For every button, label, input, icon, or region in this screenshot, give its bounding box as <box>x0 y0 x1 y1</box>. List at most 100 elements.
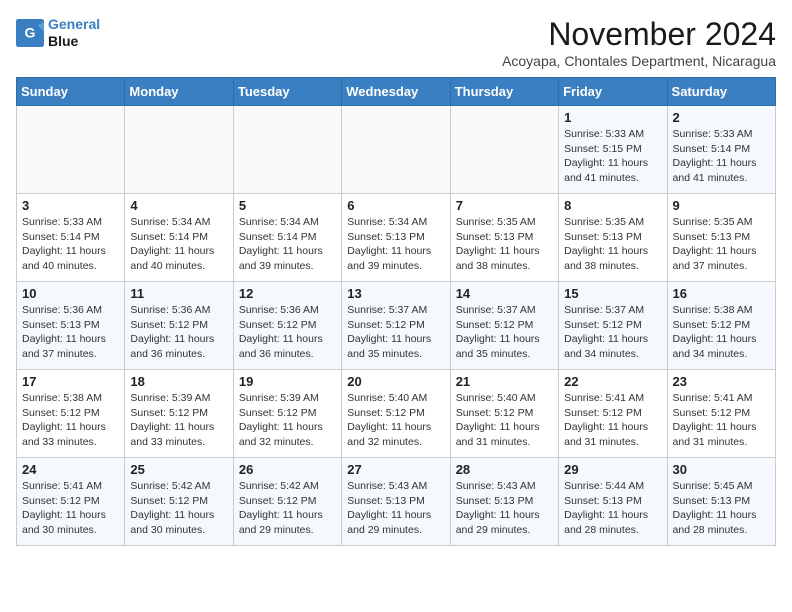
calendar-cell: 29 Sunrise: 5:44 AM Sunset: 5:13 PM Dayli… <box>559 458 667 546</box>
day-detail: Sunrise: 5:37 AM Sunset: 5:12 PM Dayligh… <box>456 303 553 362</box>
weekday-header-monday: Monday <box>125 78 233 106</box>
day-number: 12 <box>239 286 336 301</box>
day-number: 17 <box>22 374 119 389</box>
day-number: 18 <box>130 374 227 389</box>
day-detail: Sunrise: 5:41 AM Sunset: 5:12 PM Dayligh… <box>22 479 119 538</box>
calendar-week-row: 3Sunrise: 5:33 AM Sunset: 5:14 PM Daylig… <box>17 194 776 282</box>
calendar-cell <box>342 106 450 194</box>
calendar-cell: 27 Sunrise: 5:43 AM Sunset: 5:13 PM Dayli… <box>342 458 450 546</box>
calendar-cell: 4 Sunrise: 5:34 AM Sunset: 5:14 PM Daylig… <box>125 194 233 282</box>
month-title: November 2024 <box>502 16 776 53</box>
weekday-header-thursday: Thursday <box>450 78 558 106</box>
calendar-cell <box>450 106 558 194</box>
day-number: 6 <box>347 198 444 213</box>
calendar-cell: 16Sunrise: 5:38 AM Sunset: 5:12 PM Dayli… <box>667 282 775 370</box>
calendar-cell: 7Sunrise: 5:35 AM Sunset: 5:13 PM Daylig… <box>450 194 558 282</box>
calendar-cell: 25 Sunrise: 5:42 AM Sunset: 5:12 PM Dayli… <box>125 458 233 546</box>
calendar-week-row: 10Sunrise: 5:36 AM Sunset: 5:13 PM Dayli… <box>17 282 776 370</box>
calendar-cell: 22 Sunrise: 5:41 AM Sunset: 5:12 PM Dayli… <box>559 370 667 458</box>
day-detail: Sunrise: 5:41 AM Sunset: 5:12 PM Dayligh… <box>673 391 770 450</box>
day-detail: Sunrise: 5:44 AM Sunset: 5:13 PM Dayligh… <box>564 479 661 538</box>
day-number: 19 <box>239 374 336 389</box>
day-detail: Sunrise: 5:39 AM Sunset: 5:12 PM Dayligh… <box>239 391 336 450</box>
logo-icon: G <box>16 19 44 47</box>
calendar-table: SundayMondayTuesdayWednesdayThursdayFrid… <box>16 77 776 546</box>
day-number: 25 <box>130 462 227 477</box>
weekday-header-sunday: Sunday <box>17 78 125 106</box>
calendar-cell: 2 Sunrise: 5:33 AM Sunset: 5:14 PM Daylig… <box>667 106 775 194</box>
calendar-cell: 10Sunrise: 5:36 AM Sunset: 5:13 PM Dayli… <box>17 282 125 370</box>
day-detail: Sunrise: 5:37 AM Sunset: 5:12 PM Dayligh… <box>347 303 444 362</box>
calendar-cell <box>17 106 125 194</box>
day-detail: Sunrise: 5:34 AM Sunset: 5:13 PM Dayligh… <box>347 215 444 274</box>
day-number: 10 <box>22 286 119 301</box>
day-number: 14 <box>456 286 553 301</box>
calendar-cell: 28Sunrise: 5:43 AM Sunset: 5:13 PM Dayli… <box>450 458 558 546</box>
calendar-cell: 15Sunrise: 5:37 AM Sunset: 5:12 PM Dayli… <box>559 282 667 370</box>
calendar-cell: 19 Sunrise: 5:39 AM Sunset: 5:12 PM Dayli… <box>233 370 341 458</box>
calendar-cell: 23 Sunrise: 5:41 AM Sunset: 5:12 PM Dayli… <box>667 370 775 458</box>
calendar-cell: 26 Sunrise: 5:42 AM Sunset: 5:12 PM Dayli… <box>233 458 341 546</box>
day-detail: Sunrise: 5:41 AM Sunset: 5:12 PM Dayligh… <box>564 391 661 450</box>
day-number: 8 <box>564 198 661 213</box>
day-number: 4 <box>130 198 227 213</box>
day-number: 11 <box>130 286 227 301</box>
day-number: 15 <box>564 286 661 301</box>
day-detail: Sunrise: 5:35 AM Sunset: 5:13 PM Dayligh… <box>673 215 770 274</box>
weekday-header-row: SundayMondayTuesdayWednesdayThursdayFrid… <box>17 78 776 106</box>
weekday-header-friday: Friday <box>559 78 667 106</box>
day-detail: Sunrise: 5:43 AM Sunset: 5:13 PM Dayligh… <box>347 479 444 538</box>
calendar-week-row: 24 Sunrise: 5:41 AM Sunset: 5:12 PM Dayli… <box>17 458 776 546</box>
calendar-cell <box>233 106 341 194</box>
day-detail: Sunrise: 5:34 AM Sunset: 5:14 PM Dayligh… <box>239 215 336 274</box>
calendar-cell: 11 Sunrise: 5:36 AM Sunset: 5:12 PM Dayli… <box>125 282 233 370</box>
day-detail: Sunrise: 5:39 AM Sunset: 5:12 PM Dayligh… <box>130 391 227 450</box>
calendar-week-row: 17 Sunrise: 5:38 AM Sunset: 5:12 PM Dayli… <box>17 370 776 458</box>
day-detail: Sunrise: 5:33 AM Sunset: 5:15 PM Dayligh… <box>564 127 661 186</box>
calendar-cell: 14 Sunrise: 5:37 AM Sunset: 5:12 PM Dayli… <box>450 282 558 370</box>
day-detail: Sunrise: 5:36 AM Sunset: 5:12 PM Dayligh… <box>239 303 336 362</box>
day-detail: Sunrise: 5:40 AM Sunset: 5:12 PM Dayligh… <box>347 391 444 450</box>
weekday-header-wednesday: Wednesday <box>342 78 450 106</box>
day-number: 29 <box>564 462 661 477</box>
day-number: 21 <box>456 374 553 389</box>
day-number: 28 <box>456 462 553 477</box>
weekday-header-tuesday: Tuesday <box>233 78 341 106</box>
logo-text: General Blue <box>48 16 100 50</box>
day-number: 27 <box>347 462 444 477</box>
day-number: 26 <box>239 462 336 477</box>
day-detail: Sunrise: 5:38 AM Sunset: 5:12 PM Dayligh… <box>22 391 119 450</box>
day-detail: Sunrise: 5:40 AM Sunset: 5:12 PM Dayligh… <box>456 391 553 450</box>
day-number: 2 <box>673 110 770 125</box>
calendar-cell: 6 Sunrise: 5:34 AM Sunset: 5:13 PM Daylig… <box>342 194 450 282</box>
calendar-cell: 24 Sunrise: 5:41 AM Sunset: 5:12 PM Dayli… <box>17 458 125 546</box>
day-number: 5 <box>239 198 336 213</box>
calendar-cell: 1 Sunrise: 5:33 AM Sunset: 5:15 PM Daylig… <box>559 106 667 194</box>
calendar-week-row: 1 Sunrise: 5:33 AM Sunset: 5:15 PM Daylig… <box>17 106 776 194</box>
day-detail: Sunrise: 5:42 AM Sunset: 5:12 PM Dayligh… <box>130 479 227 538</box>
day-number: 20 <box>347 374 444 389</box>
calendar-cell: 30Sunrise: 5:45 AM Sunset: 5:13 PM Dayli… <box>667 458 775 546</box>
day-number: 7 <box>456 198 553 213</box>
day-number: 22 <box>564 374 661 389</box>
calendar-cell: 9 Sunrise: 5:35 AM Sunset: 5:13 PM Daylig… <box>667 194 775 282</box>
calendar-cell: 12 Sunrise: 5:36 AM Sunset: 5:12 PM Dayli… <box>233 282 341 370</box>
calendar-cell: 21 Sunrise: 5:40 AM Sunset: 5:12 PM Dayli… <box>450 370 558 458</box>
calendar-cell: 18 Sunrise: 5:39 AM Sunset: 5:12 PM Dayli… <box>125 370 233 458</box>
day-detail: Sunrise: 5:35 AM Sunset: 5:13 PM Dayligh… <box>564 215 661 274</box>
page-header: G General Blue November 2024 Acoyapa, Ch… <box>16 16 776 69</box>
day-detail: Sunrise: 5:42 AM Sunset: 5:12 PM Dayligh… <box>239 479 336 538</box>
day-number: 1 <box>564 110 661 125</box>
calendar-cell: 13 Sunrise: 5:37 AM Sunset: 5:12 PM Dayli… <box>342 282 450 370</box>
day-number: 24 <box>22 462 119 477</box>
calendar-cell: 3Sunrise: 5:33 AM Sunset: 5:14 PM Daylig… <box>17 194 125 282</box>
day-detail: Sunrise: 5:34 AM Sunset: 5:14 PM Dayligh… <box>130 215 227 274</box>
day-detail: Sunrise: 5:33 AM Sunset: 5:14 PM Dayligh… <box>673 127 770 186</box>
calendar-cell: 17 Sunrise: 5:38 AM Sunset: 5:12 PM Dayli… <box>17 370 125 458</box>
day-number: 3 <box>22 198 119 213</box>
day-number: 23 <box>673 374 770 389</box>
day-detail: Sunrise: 5:36 AM Sunset: 5:12 PM Dayligh… <box>130 303 227 362</box>
location-title: Acoyapa, Chontales Department, Nicaragua <box>502 53 776 69</box>
day-number: 9 <box>673 198 770 213</box>
day-number: 13 <box>347 286 444 301</box>
